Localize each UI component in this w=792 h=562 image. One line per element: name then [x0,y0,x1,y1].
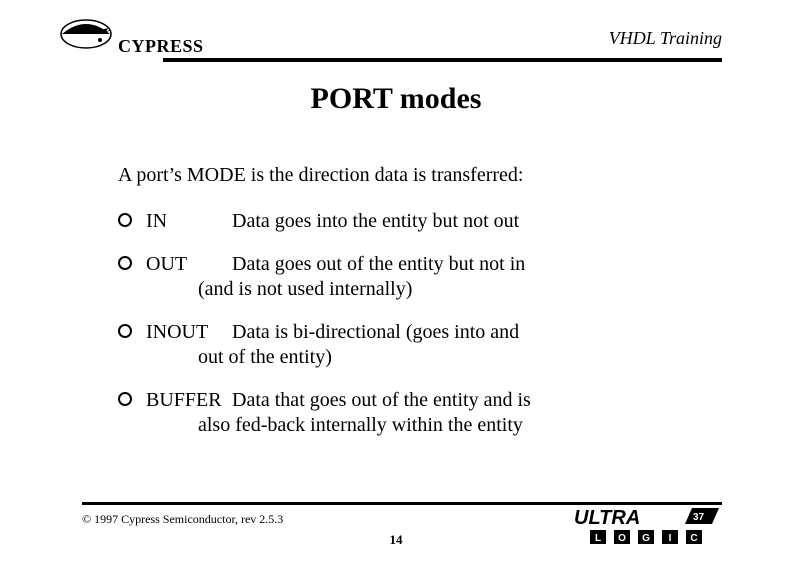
intro-text: A port’s MODE is the direction data is t… [118,164,678,187]
svg-text:I: I [669,533,672,544]
svg-text:G: G [642,533,650,544]
bullet-item: BUFFERData that goes out of the entity a… [118,388,678,438]
svg-text:O: O [618,533,626,544]
cypress-logo-text: CYPRESS [118,36,204,56]
ultra-text: ULTRA [574,507,640,529]
slide-title: PORT modes [0,82,792,116]
mode-desc: Data that goes out of the entity and is [232,389,531,411]
mode-desc-cont: (and is not used internally) [146,277,678,302]
bullet-item: INData goes into the entity but not out [118,209,678,234]
bullet-icon [118,213,132,227]
header: CYPRESS VHDL Training [56,18,722,62]
logic-boxes: L O G I C [590,530,702,544]
svg-text:C: C [690,533,697,544]
mode-keyword: BUFFER [146,388,232,413]
bullet-icon [118,324,132,338]
mode-desc-cont: also fed-back internally within the enti… [146,413,678,438]
bullet-text: INOUTData is bi-directional (goes into a… [146,320,678,370]
mode-desc-cont: out of the entity) [146,345,678,370]
content-area: A port’s MODE is the direction data is t… [118,164,678,456]
footer-divider [82,502,722,505]
bullet-item: OUTData goes out of the entity but not i… [118,252,678,302]
bullet-item: INOUTData is bi-directional (goes into a… [118,320,678,370]
svg-text:L: L [595,533,601,544]
bullet-text: INData goes into the entity but not out [146,209,678,234]
mode-desc: Data is bi-directional (goes into and [232,321,519,343]
mode-keyword: IN [146,209,232,234]
ultra-logic-logo: ULTRA 37 L O G I C [572,506,722,546]
mode-keyword: OUT [146,252,232,277]
bullet-text: OUTData goes out of the entity but not i… [146,252,678,302]
header-label: VHDL Training [609,28,722,49]
cypress-logo: CYPRESS [56,18,216,58]
mode-keyword: INOUT [146,320,232,345]
header-divider [163,58,722,62]
mode-desc: Data goes out of the entity but not in [232,253,525,275]
bullet-icon [118,392,132,406]
svg-text:37: 37 [693,512,705,523]
bullet-text: BUFFERData that goes out of the entity a… [146,388,678,438]
bullet-icon [118,256,132,270]
mode-desc: Data goes into the entity but not out [232,210,519,232]
copyright-text: © 1997 Cypress Semiconductor, rev 2.5.3 [82,512,283,527]
